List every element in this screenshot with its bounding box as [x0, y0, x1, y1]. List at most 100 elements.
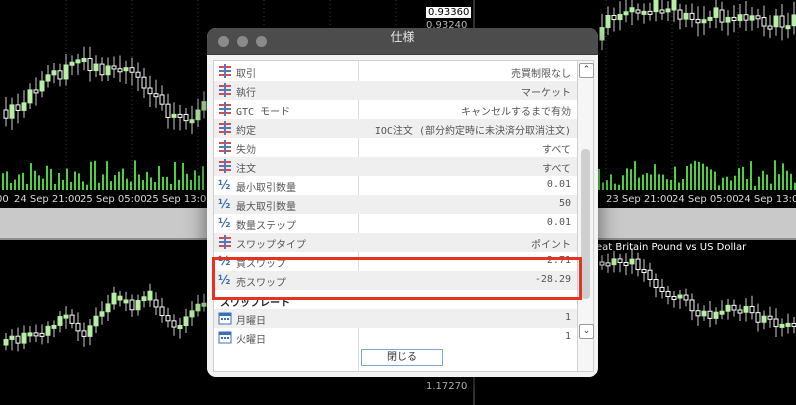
scroll-down-button[interactable]: ⌄	[579, 324, 594, 339]
volume-bar	[778, 174, 780, 190]
volume-bar	[622, 175, 624, 190]
half-icon: ½	[218, 254, 231, 268]
volume-bar	[134, 160, 136, 190]
volume-bar	[730, 180, 732, 190]
volume-bar	[46, 165, 48, 190]
candle	[135, 71, 141, 78]
candle	[99, 311, 105, 317]
volume-bar	[758, 176, 760, 190]
spec-row[interactable]: スワップタイプ ポイント	[214, 233, 577, 252]
spec-value: 50	[558, 198, 571, 209]
candle	[617, 14, 623, 21]
vertical-scrollbar[interactable]: ⌃ ⌄	[578, 60, 594, 372]
half-icon: ½	[218, 216, 231, 230]
spec-row[interactable]: GTC モード キャンセルするまで有効	[214, 100, 577, 119]
half-icon: ½	[218, 273, 231, 287]
spec-row[interactable]: 注文 すべて	[214, 157, 577, 176]
candle	[87, 58, 93, 72]
spec-list[interactable]: 取引 売買制限なし 執行 マーケット GTC モード キャンセルするまで有効 約定 IOC注文…	[213, 60, 578, 372]
volume-bar	[698, 161, 700, 190]
candle	[123, 299, 129, 304]
candle	[129, 67, 135, 73]
candle	[707, 16, 713, 21]
volume-bar	[658, 174, 660, 190]
volume-bar	[150, 177, 152, 190]
candle	[201, 302, 207, 307]
scrollbar-thumb[interactable]	[581, 149, 590, 299]
spec-value: すべて	[542, 145, 571, 156]
volume-bar	[650, 174, 652, 190]
candle	[105, 65, 111, 76]
candle	[773, 15, 779, 28]
candle	[647, 10, 653, 15]
candle	[15, 335, 21, 344]
volume-bar	[718, 185, 720, 190]
spec-value: -28.29	[534, 274, 571, 285]
volume-bar	[98, 182, 100, 190]
volume-bar	[178, 179, 180, 190]
time-label: 24 Sep 21:00	[14, 194, 81, 205]
volume-bar	[634, 161, 636, 190]
candle	[81, 58, 87, 63]
candle	[791, 322, 796, 327]
spec-row[interactable]: 月曜日 1	[214, 309, 577, 328]
candle	[111, 65, 117, 70]
candle	[689, 12, 695, 20]
spec-label: 売スワップ	[236, 278, 286, 289]
candle	[773, 318, 779, 328]
spec-label: 最小取引数量	[236, 183, 296, 194]
candle	[63, 64, 69, 80]
candle	[611, 14, 617, 21]
candle	[617, 258, 623, 263]
candle	[749, 305, 755, 314]
spec-row[interactable]: 約定 IOC注文 (部分約定時に未決済分取消注文)	[214, 119, 577, 138]
spec-row[interactable]: ½ 最小取引数量 0.01	[214, 176, 577, 195]
candle	[623, 261, 629, 266]
volume-bar	[770, 183, 772, 190]
candle	[111, 292, 117, 305]
bars-icon	[218, 140, 234, 155]
candle	[75, 59, 81, 64]
volume-bar	[734, 175, 736, 190]
spec-label: 最大取引数量	[236, 202, 296, 213]
candle	[147, 290, 153, 301]
dialog-titlebar[interactable]: 仕様	[207, 28, 598, 55]
volume-bar	[746, 179, 748, 190]
spec-row[interactable]: 火曜日 1	[214, 328, 577, 347]
spec-row[interactable]: ½ 最大取引数量 50	[214, 195, 577, 214]
spec-row[interactable]: 取引 売買制限なし	[214, 62, 577, 81]
volume-bar	[170, 183, 172, 190]
spec-row[interactable]: ½ 買スワップ 2.71	[214, 252, 577, 271]
candle	[3, 338, 9, 346]
scroll-up-button[interactable]: ⌃	[579, 63, 594, 78]
candle	[69, 61, 75, 66]
candle	[117, 68, 123, 73]
candle	[57, 316, 63, 326]
volume-bar	[138, 174, 140, 190]
volume-bar	[62, 179, 64, 190]
spec-row[interactable]: ½ 売スワップ -28.29	[214, 271, 577, 290]
close-button[interactable]: 閉じる	[361, 349, 443, 366]
spec-value: キャンセルするまで有効	[461, 107, 571, 118]
calendar-icon	[218, 330, 234, 345]
candle	[755, 15, 761, 20]
calendar-icon	[218, 311, 234, 326]
candle	[629, 7, 635, 13]
candle	[45, 325, 51, 336]
volume-bar	[690, 163, 692, 190]
volume-bar	[10, 182, 12, 190]
candle	[195, 303, 201, 312]
volume-bar	[110, 181, 112, 190]
spec-value: 0.01	[546, 217, 571, 228]
volume-bar	[198, 175, 200, 190]
spec-row[interactable]: 失効 すべて	[214, 138, 577, 157]
candle	[9, 104, 15, 119]
volume-bar	[714, 171, 716, 190]
candle	[785, 25, 791, 30]
candle	[629, 258, 635, 265]
bars-icon	[218, 159, 234, 174]
candle	[189, 119, 195, 124]
volume-bar	[38, 175, 40, 190]
spec-row[interactable]: 執行 マーケット	[214, 81, 577, 100]
spec-row[interactable]: ½ 数量ステップ 0.01	[214, 214, 577, 233]
